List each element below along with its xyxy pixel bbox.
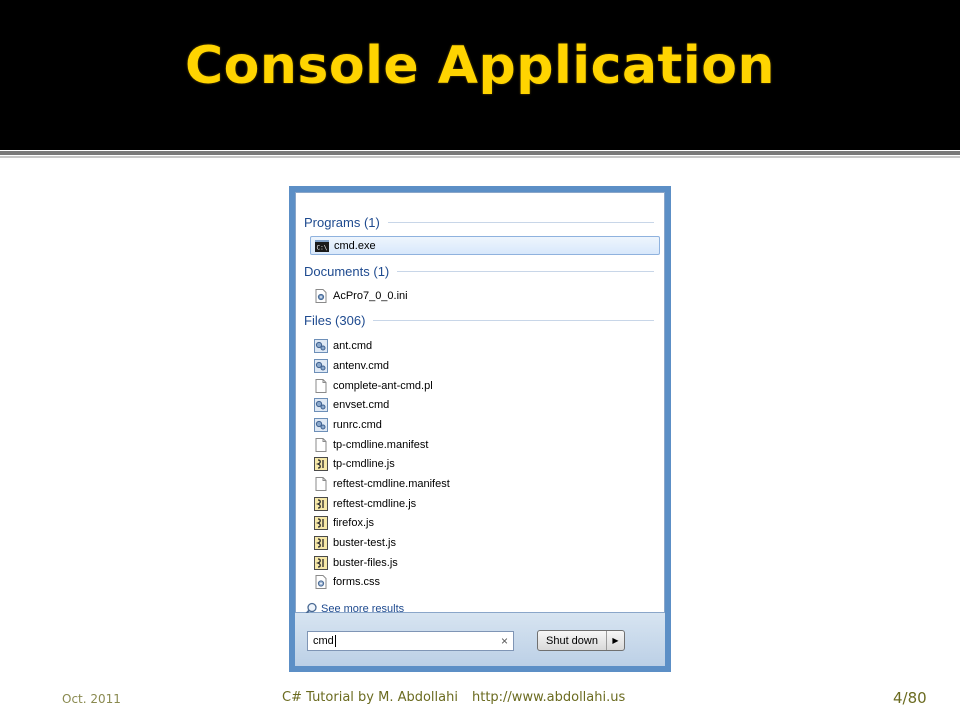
- group-title: Documents (1): [304, 263, 390, 279]
- result-item-tp-cmdline-js[interactable]: tp-cmdline.js: [310, 454, 660, 473]
- result-item-ant-cmd[interactable]: ant.cmd: [310, 336, 660, 355]
- result-item-cmd[interactable]: C:\ cmd.exe: [310, 236, 660, 255]
- group-title: Programs (1): [304, 214, 380, 230]
- start-menu-bottom-bar: cmd × Shut down ▶: [295, 613, 665, 666]
- text-caret: [334, 635, 336, 647]
- script-file-icon: [314, 496, 328, 511]
- result-item-label: tp-cmdline.js: [333, 457, 395, 470]
- slide-title: Console Application: [185, 36, 775, 96]
- group-header-programs[interactable]: Programs (1): [304, 213, 654, 231]
- script-file-icon: [314, 515, 328, 530]
- result-item-complete-ant-cmd[interactable]: complete-ant-cmd.pl: [310, 376, 660, 395]
- result-item-envset-cmd[interactable]: envset.cmd: [310, 395, 660, 414]
- search-input-value: cmd: [313, 635, 334, 647]
- group-header-documents[interactable]: Documents (1): [304, 262, 654, 280]
- result-item-buster-files-js[interactable]: buster-files.js: [310, 553, 660, 572]
- shutdown-button[interactable]: Shut down ▶: [537, 630, 625, 651]
- result-item-label: runrc.cmd: [333, 418, 382, 431]
- result-item-acpro[interactable]: AcPro7_0_0.ini: [310, 286, 660, 305]
- result-item-tp-cmdline-manifest[interactable]: tp-cmdline.manifest: [310, 435, 660, 454]
- result-item-buster-test-js[interactable]: buster-test.js: [310, 533, 660, 552]
- script-file-icon: [314, 555, 328, 570]
- footer-credit: C# Tutorial by M. Abdollahi http://www.ab…: [282, 690, 625, 705]
- start-menu-screenshot: Programs (1) C:\ cmd.exe Documents (1) A…: [289, 186, 671, 672]
- footer-course: C# Tutorial by M. Abdollahi: [282, 690, 458, 705]
- header-divider-thin: [0, 156, 960, 158]
- result-item-label: complete-ant-cmd.pl: [333, 379, 433, 392]
- result-item-label: antenv.cmd: [333, 359, 390, 372]
- group-divider: [397, 270, 654, 272]
- batch-file-icon: [314, 338, 328, 353]
- footer-url-link[interactable]: http://www.abdollahi.us: [472, 690, 625, 705]
- settings-file-icon: [314, 288, 328, 303]
- result-item-label: cmd.exe: [334, 239, 376, 252]
- blank-file-icon: [314, 378, 328, 393]
- batch-file-icon: [314, 397, 328, 412]
- footer-date: Oct. 2011: [62, 692, 121, 706]
- group-divider: [373, 319, 654, 321]
- blank-file-icon: [314, 437, 328, 452]
- clear-search-icon[interactable]: ×: [501, 634, 508, 648]
- result-item-forms-css[interactable]: forms.css: [310, 572, 660, 591]
- batch-file-icon: [314, 417, 328, 432]
- result-item-firefox-js[interactable]: firefox.js: [310, 513, 660, 532]
- result-item-antenv-cmd[interactable]: antenv.cmd: [310, 356, 660, 375]
- script-file-icon: [314, 456, 328, 471]
- result-item-label: ant.cmd: [333, 339, 373, 352]
- slide-header: Console Application: [0, 0, 960, 150]
- result-item-label: AcPro7_0_0.ini: [333, 289, 408, 302]
- result-item-label: buster-files.js: [333, 556, 398, 569]
- result-item-label: tp-cmdline.manifest: [333, 438, 429, 451]
- result-item-label: reftest-cmdline.js: [333, 497, 417, 510]
- slide-page-number: 4/80: [893, 689, 927, 707]
- result-item-runrc-cmd[interactable]: runrc.cmd: [310, 415, 660, 434]
- result-item-reftest-cmdline-js[interactable]: reftest-cmdline.js: [310, 494, 660, 513]
- css-file-icon: [314, 574, 328, 589]
- group-header-files[interactable]: Files (306): [304, 311, 654, 329]
- search-results-panel: Programs (1) C:\ cmd.exe Documents (1) A…: [295, 192, 665, 616]
- result-item-label: envset.cmd: [333, 398, 390, 411]
- result-item-label: reftest-cmdline.manifest: [333, 477, 450, 490]
- shutdown-options-arrow-icon[interactable]: ▶: [606, 631, 624, 650]
- script-file-icon: [314, 535, 328, 550]
- result-item-label: forms.css: [333, 575, 381, 588]
- search-input[interactable]: cmd ×: [307, 631, 514, 651]
- svg-text:C:\: C:\: [317, 244, 328, 251]
- group-divider: [387, 221, 654, 223]
- blank-file-icon: [314, 476, 328, 491]
- header-divider: [0, 151, 960, 155]
- result-item-label: buster-test.js: [333, 536, 396, 549]
- batch-file-icon: [314, 358, 328, 373]
- group-title: Files (306): [304, 312, 366, 328]
- result-item-label: firefox.js: [333, 516, 374, 529]
- shutdown-label: Shut down: [546, 634, 598, 647]
- result-item-reftest-cmdline-manifest[interactable]: reftest-cmdline.manifest: [310, 474, 660, 493]
- console-app-icon: C:\: [315, 239, 329, 253]
